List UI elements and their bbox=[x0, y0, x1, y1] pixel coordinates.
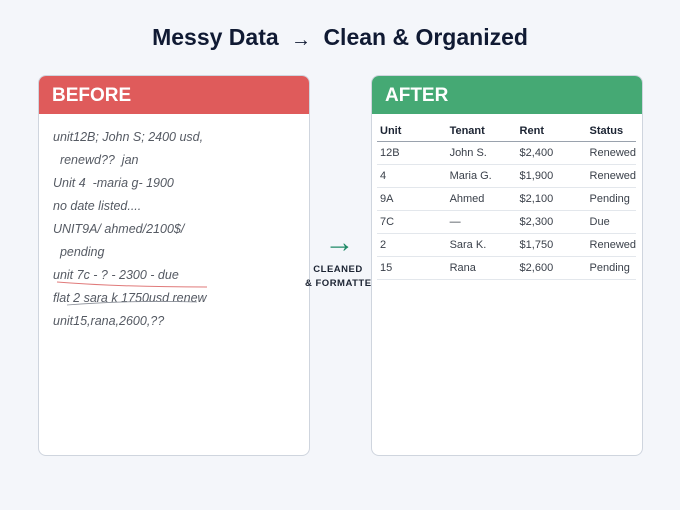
after-header: AFTER bbox=[372, 76, 642, 114]
before-header: BEFORE bbox=[39, 76, 309, 114]
before-panel: BEFORE unit12B; John S; 2400 usd, renewd… bbox=[38, 75, 310, 456]
cell-status: Due bbox=[586, 210, 636, 234]
cell-status: Renewed bbox=[586, 233, 636, 257]
cell-unit: 9A bbox=[377, 187, 447, 211]
messy-line: flat 2 sara k 1750usd renew bbox=[53, 291, 207, 305]
cell-tenant: Rana bbox=[446, 256, 517, 280]
cell-tenant: Sara K. bbox=[446, 233, 517, 257]
cell-tenant: — bbox=[446, 210, 517, 234]
flow-label-line2: & FORMATTED bbox=[305, 278, 379, 289]
messy-line: no date listed.... bbox=[53, 199, 142, 213]
cell-status: Pending bbox=[586, 256, 636, 280]
cell-status: Pending bbox=[586, 187, 636, 211]
cell-tenant: John S. bbox=[446, 141, 517, 165]
cell-tenant: Maria G. bbox=[446, 164, 517, 188]
cell-rent: $1,750 bbox=[516, 233, 587, 257]
cell-status: Renewed bbox=[586, 141, 636, 165]
title-left: Messy Data bbox=[152, 24, 279, 50]
messy-line: unit15,rana,2600,?? bbox=[53, 314, 165, 328]
table-row: 4 Maria G. $1,900 Renewed bbox=[377, 164, 636, 188]
messy-line: unit 7c - ? - 2300 - due bbox=[53, 268, 179, 282]
cell-rent: $2,100 bbox=[516, 187, 587, 211]
messy-data-list: unit12B; John S; 2400 usd, renewd?? jan … bbox=[53, 130, 207, 337]
messy-line: Unit 4 -maria g- 1900 bbox=[53, 176, 174, 190]
cell-tenant: Ahmed bbox=[446, 187, 517, 211]
transform-indicator: → CLEANED & FORMATTED bbox=[305, 226, 379, 291]
cell-rent: $2,400 bbox=[516, 141, 587, 165]
title-arrow-icon: → bbox=[291, 29, 312, 51]
table-row: 15 Rana $2,600 Pending bbox=[377, 256, 636, 280]
cell-unit: 7C bbox=[377, 210, 447, 234]
messy-line: pending bbox=[53, 245, 105, 259]
cell-rent: $1,900 bbox=[516, 164, 587, 188]
title-right: Clean & Organized bbox=[323, 24, 528, 50]
cell-unit: 2 bbox=[377, 233, 447, 257]
table-row: 7C — $2,300 Due bbox=[377, 210, 636, 234]
after-panel: AFTER Unit Tenant Rent Status 12B John S… bbox=[371, 75, 643, 456]
cell-rent: $2,600 bbox=[516, 256, 587, 280]
column-header-tenant: Tenant bbox=[446, 120, 517, 142]
cell-status: Renewed bbox=[586, 164, 636, 188]
flow-label-line1: CLEANED bbox=[313, 264, 363, 275]
cell-unit: 12B bbox=[377, 141, 447, 165]
right-arrow-icon: → bbox=[324, 226, 355, 259]
column-header-status: Status bbox=[586, 120, 636, 142]
cell-unit: 4 bbox=[377, 164, 447, 188]
page-title: Messy Data → Clean & Organized bbox=[0, 24, 680, 51]
table-row: 9A Ahmed $2,100 Pending bbox=[377, 187, 636, 211]
column-header-unit: Unit bbox=[377, 120, 447, 142]
table-header-row: Unit Tenant Rent Status bbox=[377, 120, 636, 142]
table-row: 2 Sara K. $1,750 Renewed bbox=[377, 233, 636, 257]
cell-unit: 15 bbox=[377, 256, 447, 280]
clean-data-table: Unit Tenant Rent Status 12B John S. $2,4… bbox=[377, 120, 636, 280]
column-header-rent: Rent bbox=[516, 120, 587, 142]
messy-line: renewd?? jan bbox=[53, 153, 139, 167]
table-row: 12B John S. $2,400 Renewed bbox=[377, 141, 636, 165]
cell-rent: $2,300 bbox=[516, 210, 587, 234]
messy-line: unit12B; John S; 2400 usd, bbox=[53, 130, 204, 144]
messy-line: UNIT9A/ ahmed/2100$/ bbox=[53, 222, 185, 236]
